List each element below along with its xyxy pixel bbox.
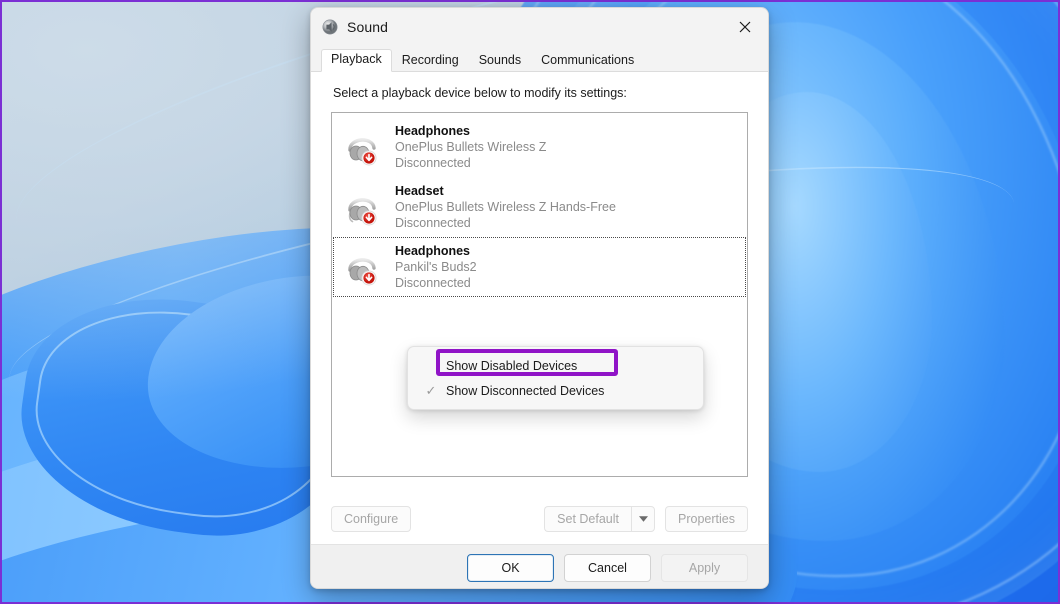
menu-item-label: Show Disabled Devices — [446, 358, 578, 373]
menu-item-show-disconnected-devices[interactable]: ✓ Show Disconnected Devices — [412, 378, 699, 403]
title-bar: Sound — [311, 8, 768, 46]
device-status: Disconnected — [395, 276, 471, 290]
headphones-disconnected-icon — [343, 127, 383, 167]
cancel-button[interactable]: Cancel — [564, 553, 651, 582]
tab-communications[interactable]: Communications — [531, 50, 644, 72]
device-list-item-selected[interactable]: Headphones Pankil's Buds2 Disconnected — [333, 237, 746, 297]
close-icon — [739, 21, 751, 33]
device-name: Headset — [395, 184, 444, 198]
headset-disconnected-icon — [343, 187, 383, 227]
panel-instruction: Select a playback device below to modify… — [333, 86, 627, 100]
headphones-disconnected-icon — [343, 247, 383, 287]
device-name: Headphones — [395, 244, 471, 258]
dialog-footer: OK Cancel Apply — [311, 544, 768, 588]
set-default-split-button: Set Default — [544, 506, 656, 532]
properties-button[interactable]: Properties — [665, 506, 748, 532]
device-name: Headphones — [395, 124, 471, 138]
device-status: Disconnected — [395, 216, 471, 230]
configure-button[interactable]: Configure — [331, 506, 412, 532]
playback-device-list[interactable]: Headphones OnePlus Bullets Wireless Z Di… — [331, 112, 748, 477]
playback-context-menu[interactable]: Show Disabled Devices ✓ Show Disconnecte… — [407, 346, 704, 410]
chevron-down-icon[interactable] — [631, 506, 656, 532]
checkmark-icon: ✓ — [425, 382, 437, 398]
device-subtitle: OnePlus Bullets Wireless Z — [395, 140, 547, 154]
menu-item-show-disabled-devices[interactable]: Show Disabled Devices — [412, 353, 699, 378]
apply-button[interactable]: Apply — [661, 553, 748, 582]
device-list-item[interactable]: Headphones OnePlus Bullets Wireless Z Di… — [333, 117, 746, 177]
speaker-icon — [321, 18, 339, 36]
close-button[interactable] — [722, 8, 768, 46]
tab-strip: Playback Recording Sounds Communications — [311, 46, 768, 72]
device-subtitle: Pankil's Buds2 — [395, 260, 477, 274]
tab-sounds[interactable]: Sounds — [469, 50, 531, 72]
playback-panel: Select a playback device below to modify… — [311, 72, 768, 544]
device-subtitle: OnePlus Bullets Wireless Z Hands-Free — [395, 200, 616, 214]
tab-recording[interactable]: Recording — [392, 50, 469, 72]
chevron-down-glyph — [638, 516, 648, 522]
device-list-item[interactable]: Headset OnePlus Bullets Wireless Z Hands… — [333, 177, 746, 237]
tab-playback[interactable]: Playback — [321, 49, 392, 72]
sound-dialog: Sound Playback Recording Sounds Communic… — [310, 7, 769, 589]
window-title: Sound — [347, 19, 388, 35]
menu-item-label: Show Disconnected Devices — [446, 383, 605, 398]
device-action-buttons: Configure Set Default Properties — [331, 506, 748, 532]
device-status: Disconnected — [395, 156, 471, 170]
set-default-button[interactable]: Set Default — [544, 506, 632, 532]
ok-button[interactable]: OK — [467, 553, 554, 582]
